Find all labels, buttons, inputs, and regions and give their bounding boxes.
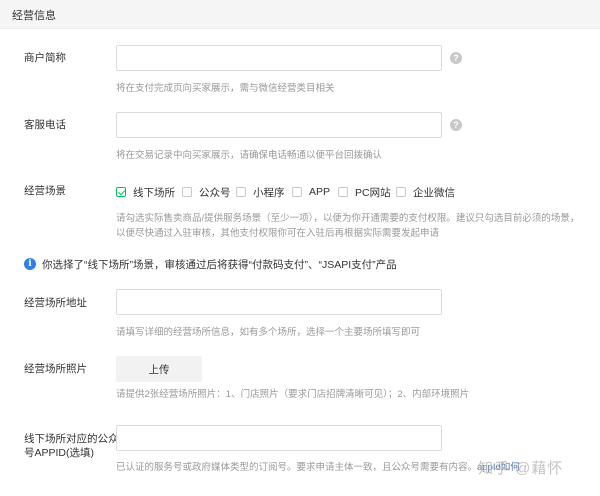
scene-mini-program-checkbox[interactable]: 小程序: [236, 184, 285, 200]
section-title: 经营信息: [12, 10, 56, 22]
service-phone-help-icon[interactable]: ?: [450, 119, 462, 131]
appid-label-line1: 线下场所对应的公众: [24, 433, 119, 445]
scene-official-account-checkbox[interactable]: 公众号: [182, 184, 231, 200]
section-header: 经营信息: [0, 0, 600, 29]
service-phone-hint: 将在交易记录中向买家展示，请确保电话畅通以便平台回拨确认: [116, 150, 383, 161]
appid-hint: 已认证的服务号或政府媒体类型的订阅号。要求申请主体一致，且公众号需要有内容。ap…: [116, 460, 520, 476]
checkbox-empty-icon: [292, 187, 302, 197]
scene-option-label: 小程序: [253, 186, 285, 199]
store-photos-label: 经营场所照片: [24, 363, 87, 375]
store-address-hint: 请填写详细的经营场所信息，如有多个场所，选择一个主要场所填写即可: [116, 327, 421, 338]
store-address-label: 经营场所地址: [24, 297, 87, 309]
upload-button[interactable]: 上传: [116, 356, 202, 382]
scene-option-label: 线下场所: [133, 186, 175, 199]
service-phone-label: 客服电话: [24, 119, 66, 131]
checkbox-empty-icon: [182, 187, 192, 197]
checkbox-empty-icon: [396, 187, 406, 197]
scene-option-label: PC网站: [355, 186, 391, 199]
service-phone-input[interactable]: [116, 112, 442, 138]
checkbox-checked-icon: [116, 187, 126, 197]
scene-option-label: 企业微信: [413, 186, 455, 199]
appid-label-line2: 号APPID(选填): [24, 447, 95, 459]
watermark: 知乎 @藉怀: [478, 460, 564, 477]
merchant-name-hint: 将在支付完成页向买家展示，需与微信经营类目相关: [116, 83, 335, 94]
info-icon: i: [24, 258, 36, 270]
scene-option-label: APP: [309, 186, 331, 198]
store-address-input[interactable]: [116, 289, 442, 315]
store-photos-hint: 请提供2张经营场所照片：1、门店照片（要求门店招牌清晰可见）；2、内部环境照片: [116, 389, 470, 400]
checkbox-empty-icon: [236, 187, 246, 197]
appid-input[interactable]: [116, 425, 442, 451]
merchant-name-help-icon[interactable]: ?: [450, 52, 462, 64]
business-scenes-label: 经营场景: [24, 185, 66, 197]
merchant-name-label: 商户简称: [24, 52, 66, 64]
merchant-name-input[interactable]: [116, 45, 442, 71]
appid-hint-text: 已认证的服务号或政府媒体类型的订阅号。要求申请主体一致，且公众号需要有内容。: [116, 462, 478, 473]
scene-option-label: 公众号: [199, 186, 231, 199]
scene-notice: i 你选择了“线下场所”场景，审核通过后将获得“付款码支付”、“JSAPI支付”…: [24, 256, 397, 272]
checkbox-empty-icon: [338, 187, 348, 197]
business-scenes-hint-line: 请勾选实际售卖商品/提供服务场景（至少一项），以便为你开通需要的支付权限。建议只…: [116, 213, 580, 224]
business-scenes-hint-line: 以便尽快通过入驻审核，其他支付权限你可在入驻后再根据实际需要发起申请: [116, 228, 440, 239]
scene-pc-website-checkbox[interactable]: PC网站: [338, 184, 391, 200]
scene-notice-text: 你选择了“线下场所”场景，审核通过后将获得“付款码支付”、“JSAPI支付”产品: [42, 258, 397, 271]
scene-wecom-checkbox[interactable]: 企业微信: [396, 184, 455, 200]
scene-app-checkbox[interactable]: APP: [292, 184, 330, 200]
scene-offline-checkbox[interactable]: 线下场所: [116, 184, 175, 200]
business-scenes-hint: 请勾选实际售卖商品/提供服务场景（至少一项），以便为你开通需要的支付权限。建议只…: [116, 211, 586, 241]
